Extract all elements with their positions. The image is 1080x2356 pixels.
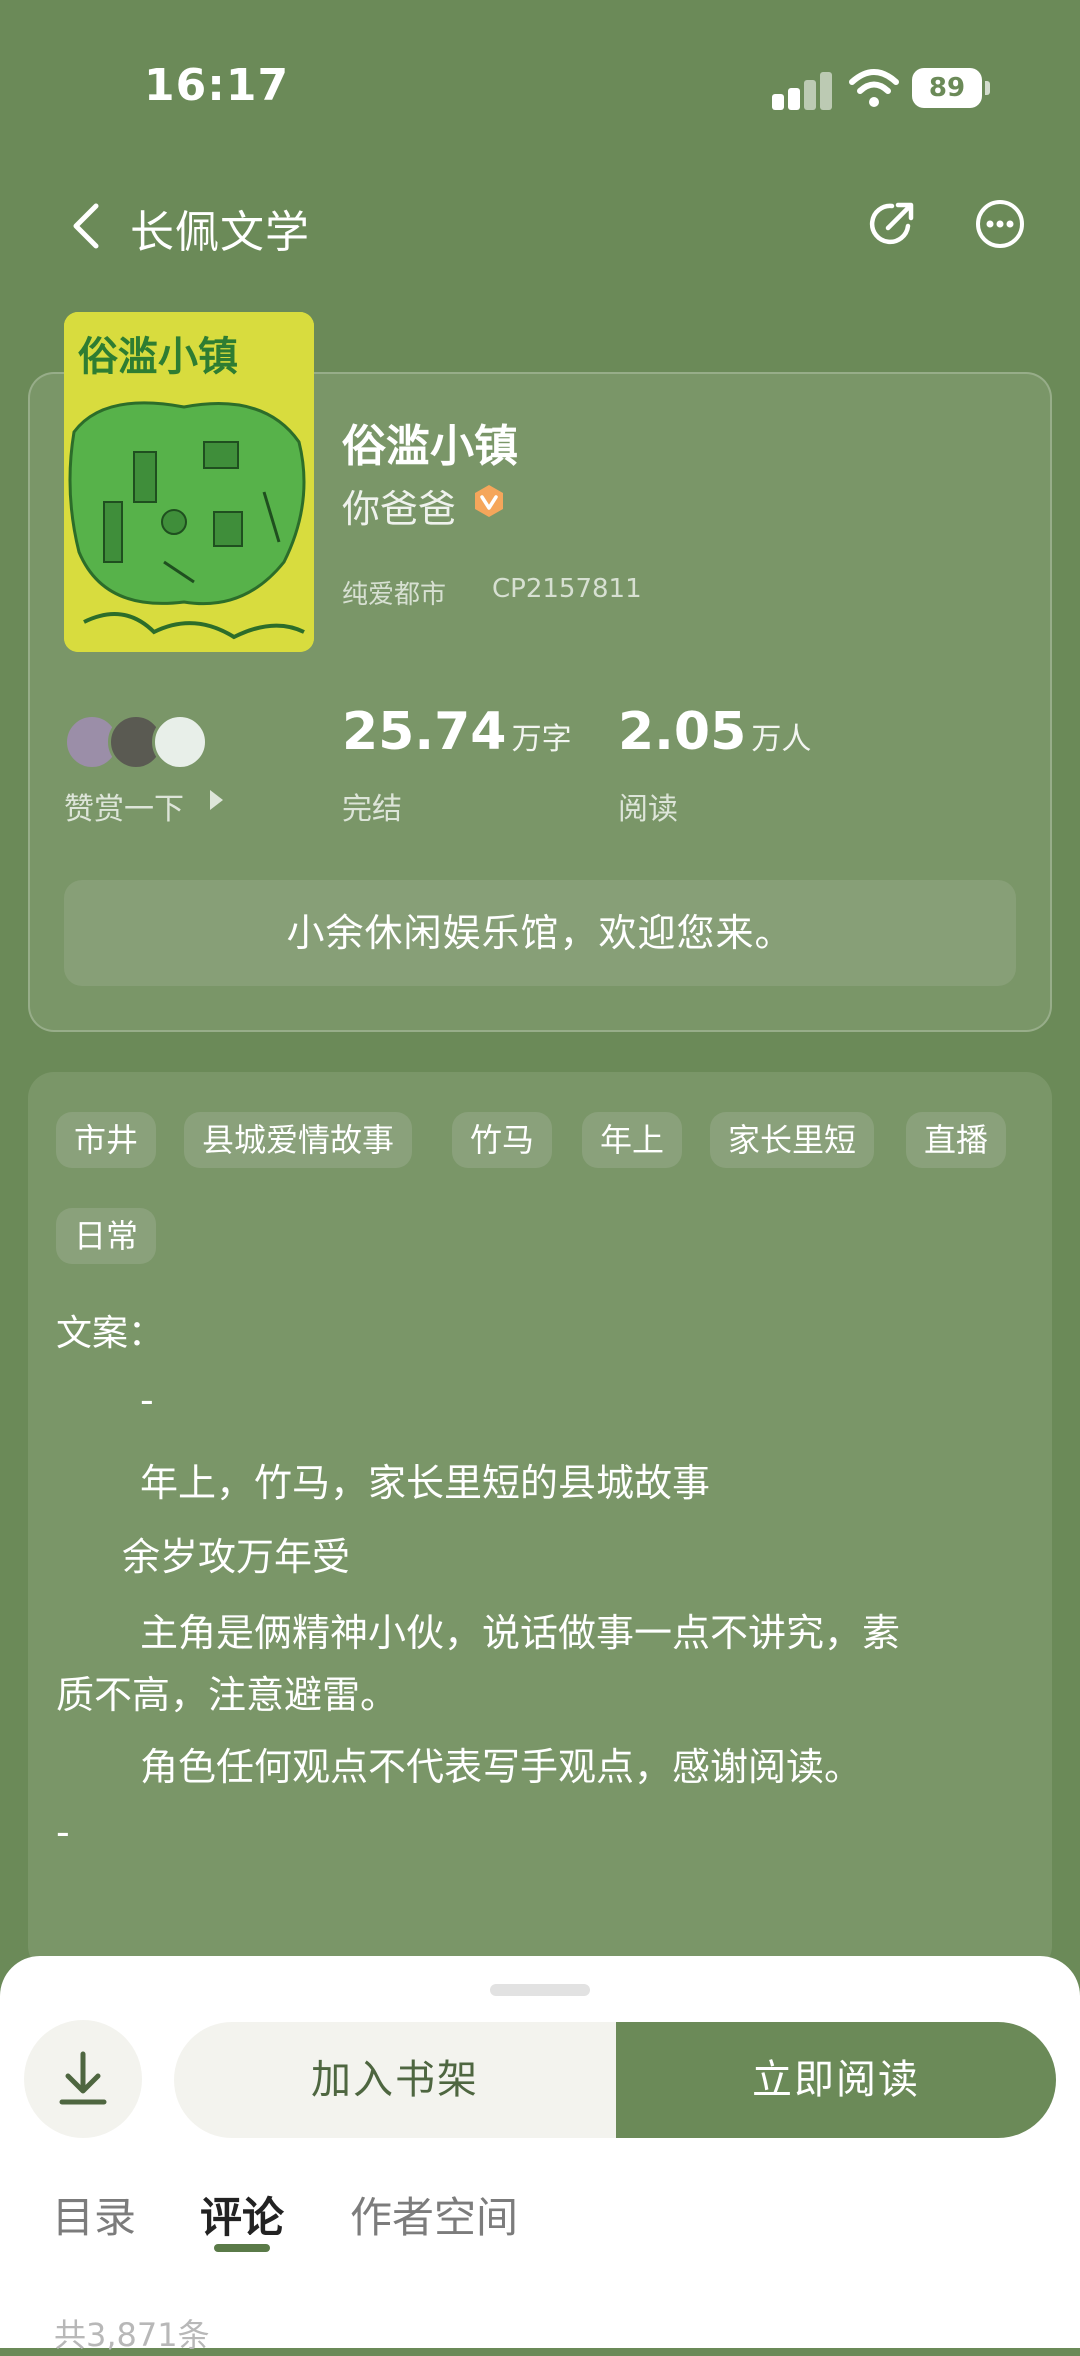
read-now-button[interactable]: 立即阅读 — [616, 2022, 1056, 2138]
tag[interactable]: 家长里短 — [710, 1112, 875, 1168]
sheet-drag-handle[interactable] — [490, 1984, 590, 1996]
book-id: CP2157811 — [492, 574, 642, 604]
tab-catalog[interactable]: 目录 — [52, 2184, 136, 2245]
readers-value: 2.05 — [618, 702, 747, 762]
cellular-signal-icon — [772, 70, 834, 110]
book-category: 纯爱都市 — [342, 580, 447, 610]
avatar — [152, 714, 208, 770]
readers-label: 阅读 — [618, 792, 678, 827]
tag[interactable]: 县城爱情故事 — [184, 1112, 413, 1168]
welcome-banner: 小余休闲娱乐馆，欢迎您来。 — [64, 880, 1016, 986]
description-line: 余岁攻万年受 — [122, 1535, 351, 1579]
add-to-shelf-button[interactable]: 加入书架 — [174, 2022, 616, 2138]
readers-unit: 万人 — [751, 722, 812, 757]
bottom-sheet — [0, 1956, 1080, 2348]
active-tab-indicator — [214, 2244, 270, 2252]
completion-status: 完结 — [342, 792, 402, 827]
share-icon[interactable] — [864, 196, 920, 252]
word-count-stat: 25.74 万字 — [342, 702, 572, 762]
back-icon[interactable] — [66, 198, 106, 254]
download-button[interactable] — [24, 2020, 142, 2138]
tag[interactable]: 市井 — [56, 1112, 157, 1168]
reward-avatars[interactable] — [64, 714, 214, 770]
download-icon — [59, 2051, 107, 2105]
description-line: - — [140, 1378, 154, 1422]
description-card — [28, 1072, 1052, 1972]
tag[interactable]: 日常 — [56, 1208, 157, 1264]
more-icon[interactable] — [972, 196, 1028, 252]
description-line: - — [56, 1810, 70, 1854]
comments-count: 共3,871条 — [54, 2316, 210, 2354]
battery-icon: 89 — [912, 68, 990, 108]
word-count-unit: 万字 — [511, 722, 572, 757]
description-heading: 文案： — [56, 1313, 165, 1354]
status-time: 16:17 — [144, 60, 290, 111]
page-title: 长佩文学 — [130, 207, 310, 258]
tab-comments[interactable]: 评论 — [200, 2184, 284, 2245]
book-title: 俗滥小镇 — [342, 421, 518, 472]
reward-button[interactable]: 赞赏一下 — [64, 784, 184, 828]
tag[interactable]: 直播 — [906, 1112, 1007, 1168]
wifi-icon — [849, 69, 899, 107]
tag[interactable]: 年上 — [582, 1112, 683, 1168]
readers-stat: 2.05 万人 — [618, 702, 811, 762]
tab-author-space[interactable]: 作者空间 — [350, 2184, 518, 2245]
description-line: 质不高，注意避雷。 — [56, 1673, 399, 1717]
author-name[interactable]: 你爸爸 — [342, 478, 456, 533]
cover-title: 俗滥小镇 — [78, 334, 238, 380]
tag[interactable]: 竹马 — [452, 1112, 553, 1168]
book-cover[interactable]: 俗滥小镇 — [64, 312, 314, 652]
chevron-right-icon — [210, 790, 223, 810]
description-line: 年上，竹马，家长里短的县城故事 — [140, 1461, 711, 1505]
word-count-value: 25.74 — [342, 702, 507, 762]
cover-illustration: 俗滥小镇 — [64, 312, 314, 652]
verified-badge-icon — [475, 485, 503, 517]
description-line: 主角是俩精神小伙，说话做事一点不讲究，素 — [140, 1611, 901, 1655]
description-line: 角色任何观点不代表写手观点，感谢阅读。 — [140, 1745, 863, 1789]
